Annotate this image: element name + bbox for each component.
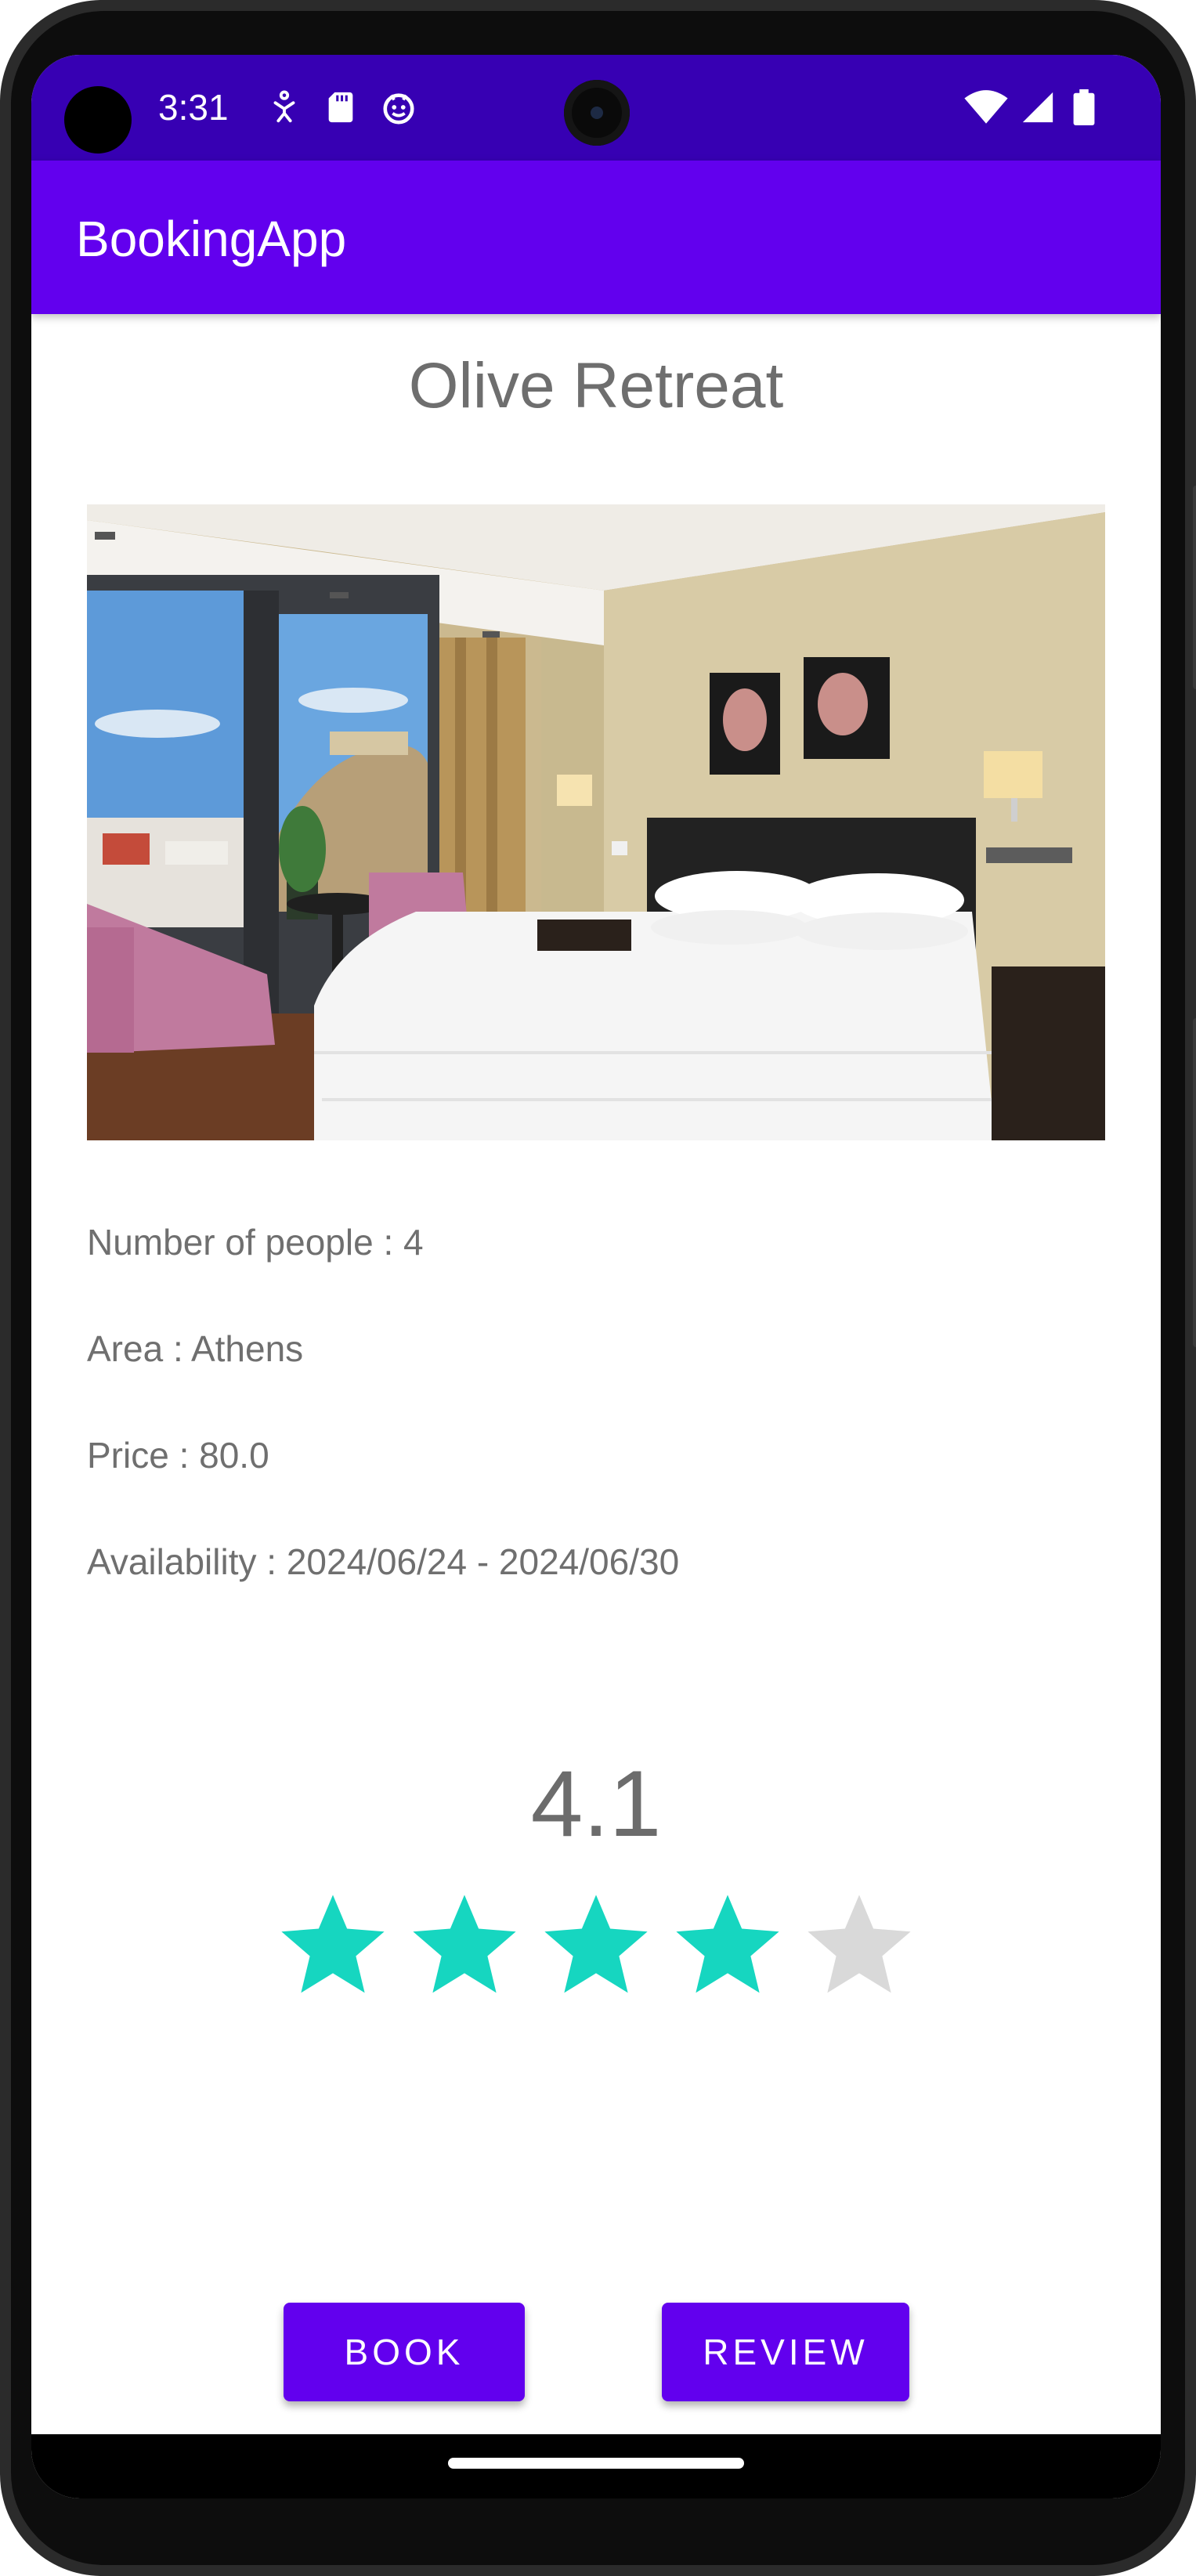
app-title: BookingApp (76, 211, 347, 267)
battery-icon (1073, 89, 1095, 125)
review-button[interactable]: REVIEW (662, 2303, 909, 2401)
star-icon[interactable] (800, 1888, 918, 2005)
star-icon[interactable] (537, 1888, 655, 2005)
area: Area : Athens (87, 1328, 304, 1369)
hotel-room-illustration (87, 504, 1105, 1140)
home-gesture-handle[interactable] (448, 2458, 744, 2469)
signal-icon (1022, 92, 1053, 123)
hotel-name: Olive Retreat (408, 350, 784, 421)
star-icon[interactable] (669, 1888, 786, 2005)
rating-stars[interactable] (274, 1888, 916, 2005)
star-icon[interactable] (406, 1888, 523, 2005)
power-button (1193, 486, 1196, 689)
hotel-room-photo (87, 504, 1105, 1140)
front-camera (564, 80, 630, 146)
people-count: Number of people : 4 (87, 1222, 424, 1263)
camera-cutout (64, 86, 132, 154)
app-bar: BookingApp (31, 161, 1161, 314)
screen: 3:31 BookingApp Olive Retreat Number of … (31, 55, 1161, 2498)
availability: Availability : 2024/06/24 - 2024/06/30 (87, 1541, 680, 1582)
navigation-bar (31, 2434, 1161, 2498)
status-time: 3:31 (158, 87, 229, 128)
book-button[interactable]: BOOK (284, 2303, 525, 2401)
accessibility-icon (273, 90, 295, 123)
sd-card-icon (328, 92, 353, 123)
status-bar: 3:31 (31, 55, 1161, 161)
price: Price : 80.0 (87, 1435, 269, 1476)
star-icon[interactable] (274, 1888, 392, 2005)
volume-button (1193, 1018, 1196, 1347)
rating-value: 4.1 (530, 1751, 662, 1856)
phone-frame: 3:31 BookingApp Olive Retreat Number of … (0, 0, 1196, 2576)
android-debug-icon (383, 93, 414, 125)
wifi-icon (964, 90, 1008, 124)
